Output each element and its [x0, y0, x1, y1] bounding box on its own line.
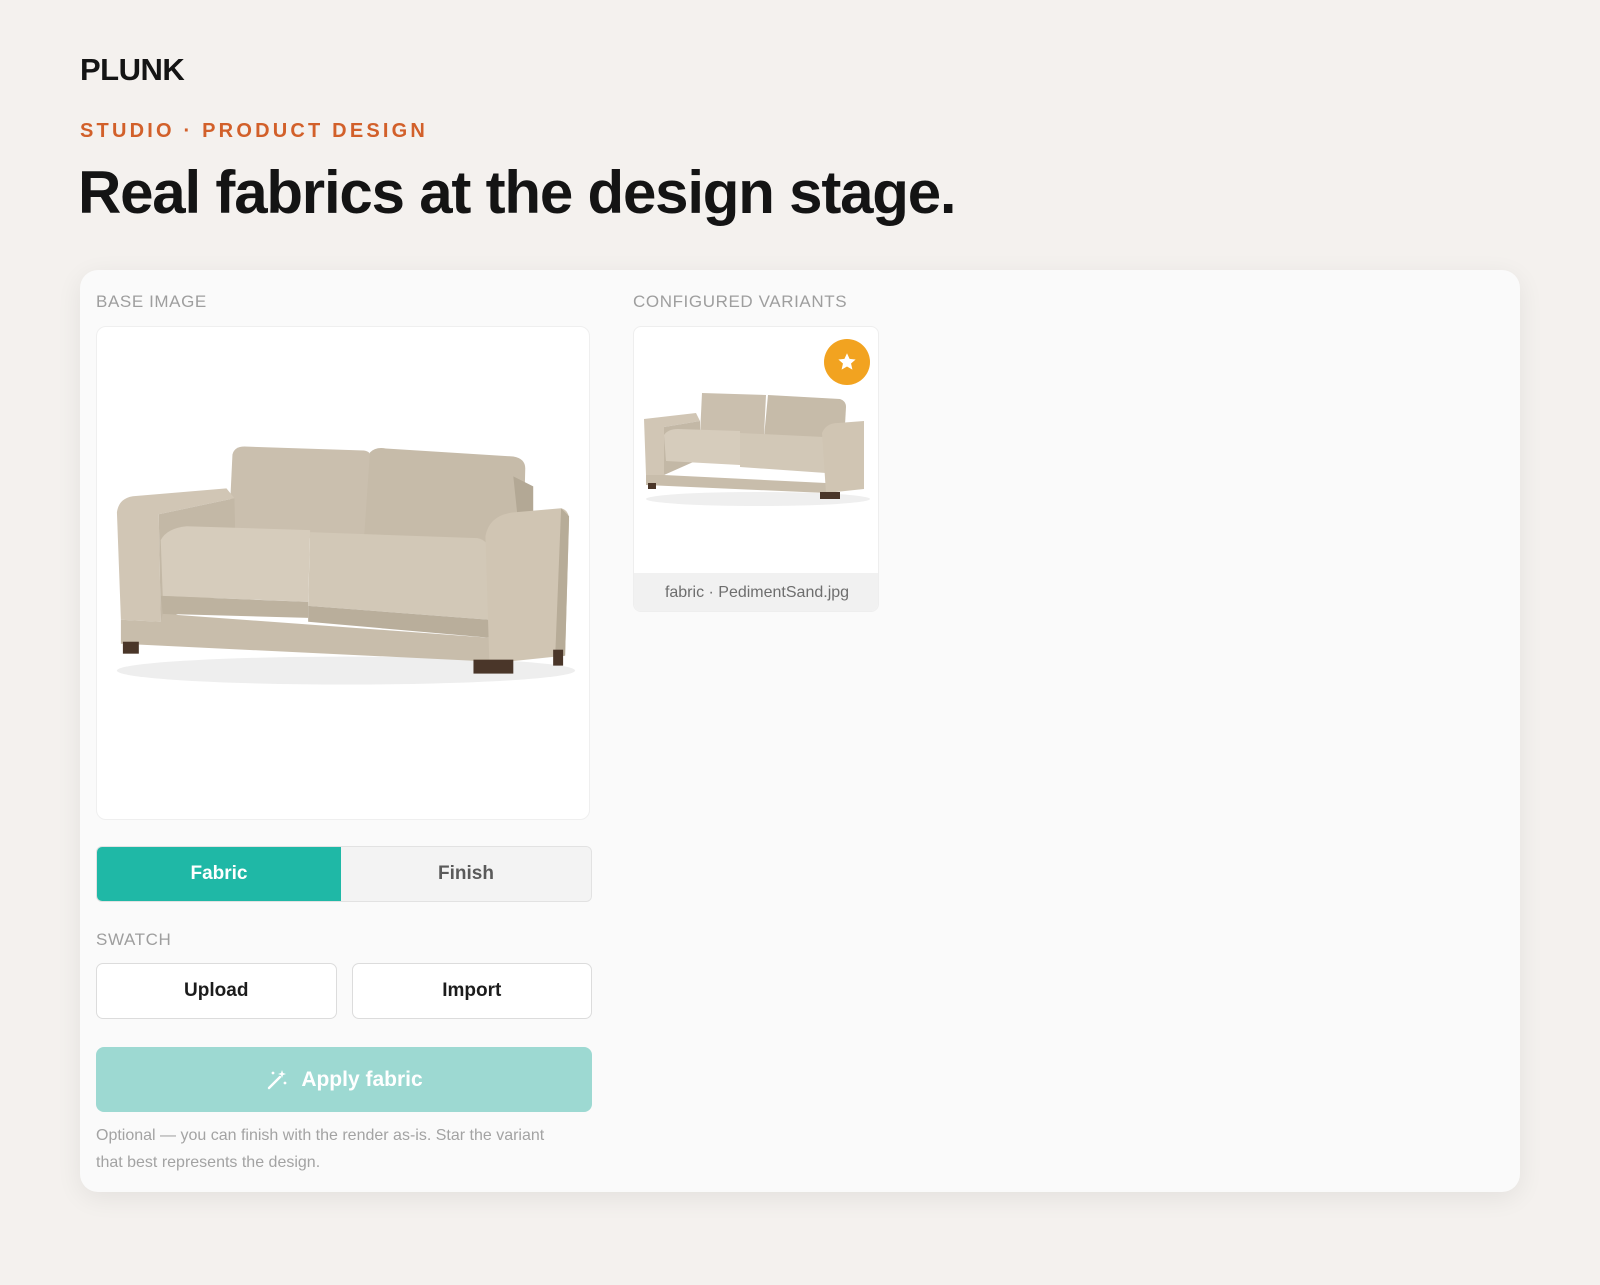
mode-toggle: Fabric Finish: [96, 846, 592, 902]
helper-text: Optional — you can finish with the rende…: [96, 1127, 545, 1171]
base-image-label: BASE IMAGE: [96, 292, 207, 311]
star-icon: [838, 353, 856, 370]
apply-fabric-button[interactable]: Apply fabric: [96, 1047, 592, 1112]
variants-label: CONFIGURED VARIANTS: [633, 292, 848, 311]
variant-card[interactable]: fabric · PedimentSand.jpg: [633, 326, 879, 612]
tab-finish[interactable]: Finish: [341, 847, 591, 901]
swatch-actions: Upload Import: [96, 963, 592, 1019]
sofa-image: [116, 446, 576, 685]
design-panel: BASE IMAGE Fabric Finish SWATCH Upload I…: [80, 270, 1520, 1192]
star-toggle[interactable]: [824, 339, 870, 385]
eyebrow-label: STUDIO · PRODUCT DESIGN: [80, 120, 429, 142]
upload-button[interactable]: Upload: [96, 963, 337, 1019]
apply-fabric-label: Apply fabric: [301, 1067, 423, 1091]
variant-caption: fabric · PedimentSand.jpg: [634, 573, 878, 611]
import-button[interactable]: Import: [351, 963, 592, 1019]
swatch-label: SWATCH: [96, 930, 172, 949]
brand-logo: PLUNK: [80, 52, 185, 87]
tab-fabric[interactable]: Fabric: [97, 847, 341, 901]
magic-wand-icon: [268, 1069, 287, 1089]
page-title: Real fabrics at the design stage.: [78, 159, 957, 226]
base-image: [96, 326, 590, 820]
